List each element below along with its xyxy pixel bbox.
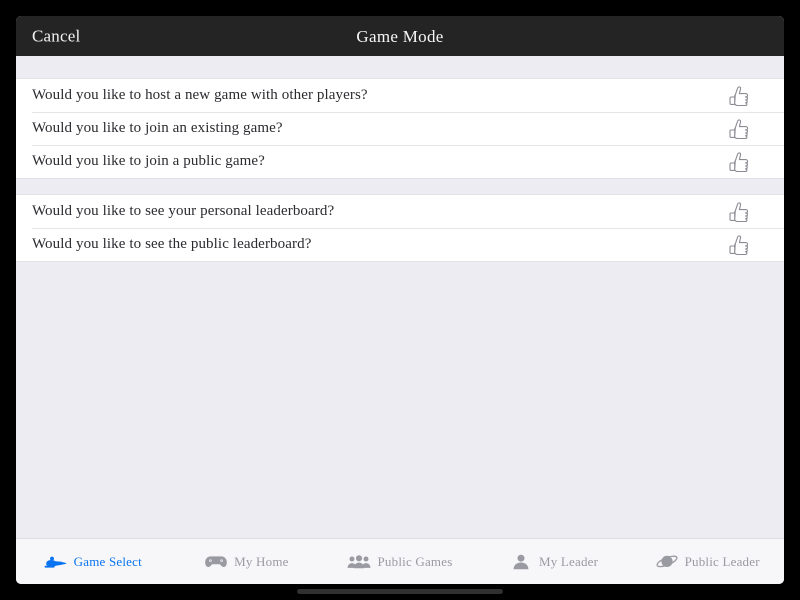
tab-label: My Home	[234, 554, 289, 569]
tab-bar: Game Select My Home Public Games My Lead…	[16, 538, 784, 584]
settings-table-view[interactable]: Would you like to host a new game with o…	[16, 56, 784, 538]
page-title: Game Mode	[356, 26, 444, 46]
planet-icon	[655, 551, 679, 573]
tab-item-public-games[interactable]: Public Games	[323, 539, 477, 584]
table-section-game-actions: Would you like to host a new game with o…	[16, 78, 784, 179]
table-row-join-existing-game[interactable]: Would you like to join an existing game?	[16, 112, 784, 145]
gamepad-icon	[204, 551, 228, 573]
thumbs-up-icon[interactable]	[724, 232, 754, 258]
tab-label: Public Leader	[684, 554, 760, 569]
app-screen: Cancel Game Mode Would you like to host …	[16, 16, 784, 584]
section-gap-top	[16, 56, 784, 78]
table-row-join-public-game[interactable]: Would you like to join a public game?	[16, 145, 784, 178]
device-bezel: Cancel Game Mode Would you like to host …	[0, 0, 800, 600]
people-group-icon	[347, 551, 371, 573]
thumbs-up-icon[interactable]	[724, 116, 754, 142]
tab-label: My Leader	[538, 554, 599, 569]
thumbs-up-icon[interactable]	[724, 83, 754, 109]
navigation-bar: Cancel Game Mode	[16, 16, 784, 56]
table-section-leaderboards: Would you like to see your personal lead…	[16, 194, 784, 262]
row-label: Would you like to join a public game?	[32, 153, 265, 169]
row-label: Would you like to join an existing game?	[32, 120, 283, 136]
genie-lamp-icon	[44, 551, 68, 573]
row-label: Would you like to see your personal lead…	[32, 203, 335, 219]
row-label: Would you like to host a new game with o…	[32, 87, 368, 103]
tab-label: Game Select	[73, 554, 142, 569]
table-row-host-new-game[interactable]: Would you like to host a new game with o…	[16, 79, 784, 112]
table-row-public-leaderboard[interactable]: Would you like to see the public leaderb…	[16, 228, 784, 261]
tab-item-my-leader[interactable]: My Leader	[477, 539, 631, 584]
tab-item-public-leader[interactable]: Public Leader	[630, 539, 784, 584]
cancel-button[interactable]: Cancel	[32, 28, 80, 45]
thumbs-up-icon[interactable]	[724, 199, 754, 225]
section-gap-middle	[16, 179, 784, 194]
row-label: Would you like to see the public leaderb…	[32, 236, 312, 252]
thumbs-up-icon[interactable]	[724, 149, 754, 175]
person-icon	[509, 551, 533, 573]
table-row-personal-leaderboard[interactable]: Would you like to see your personal lead…	[16, 195, 784, 228]
tab-label: Public Games	[377, 554, 453, 569]
home-indicator[interactable]	[297, 589, 503, 594]
tab-item-my-home[interactable]: My Home	[170, 539, 324, 584]
tab-item-game-select[interactable]: Game Select	[16, 539, 170, 584]
